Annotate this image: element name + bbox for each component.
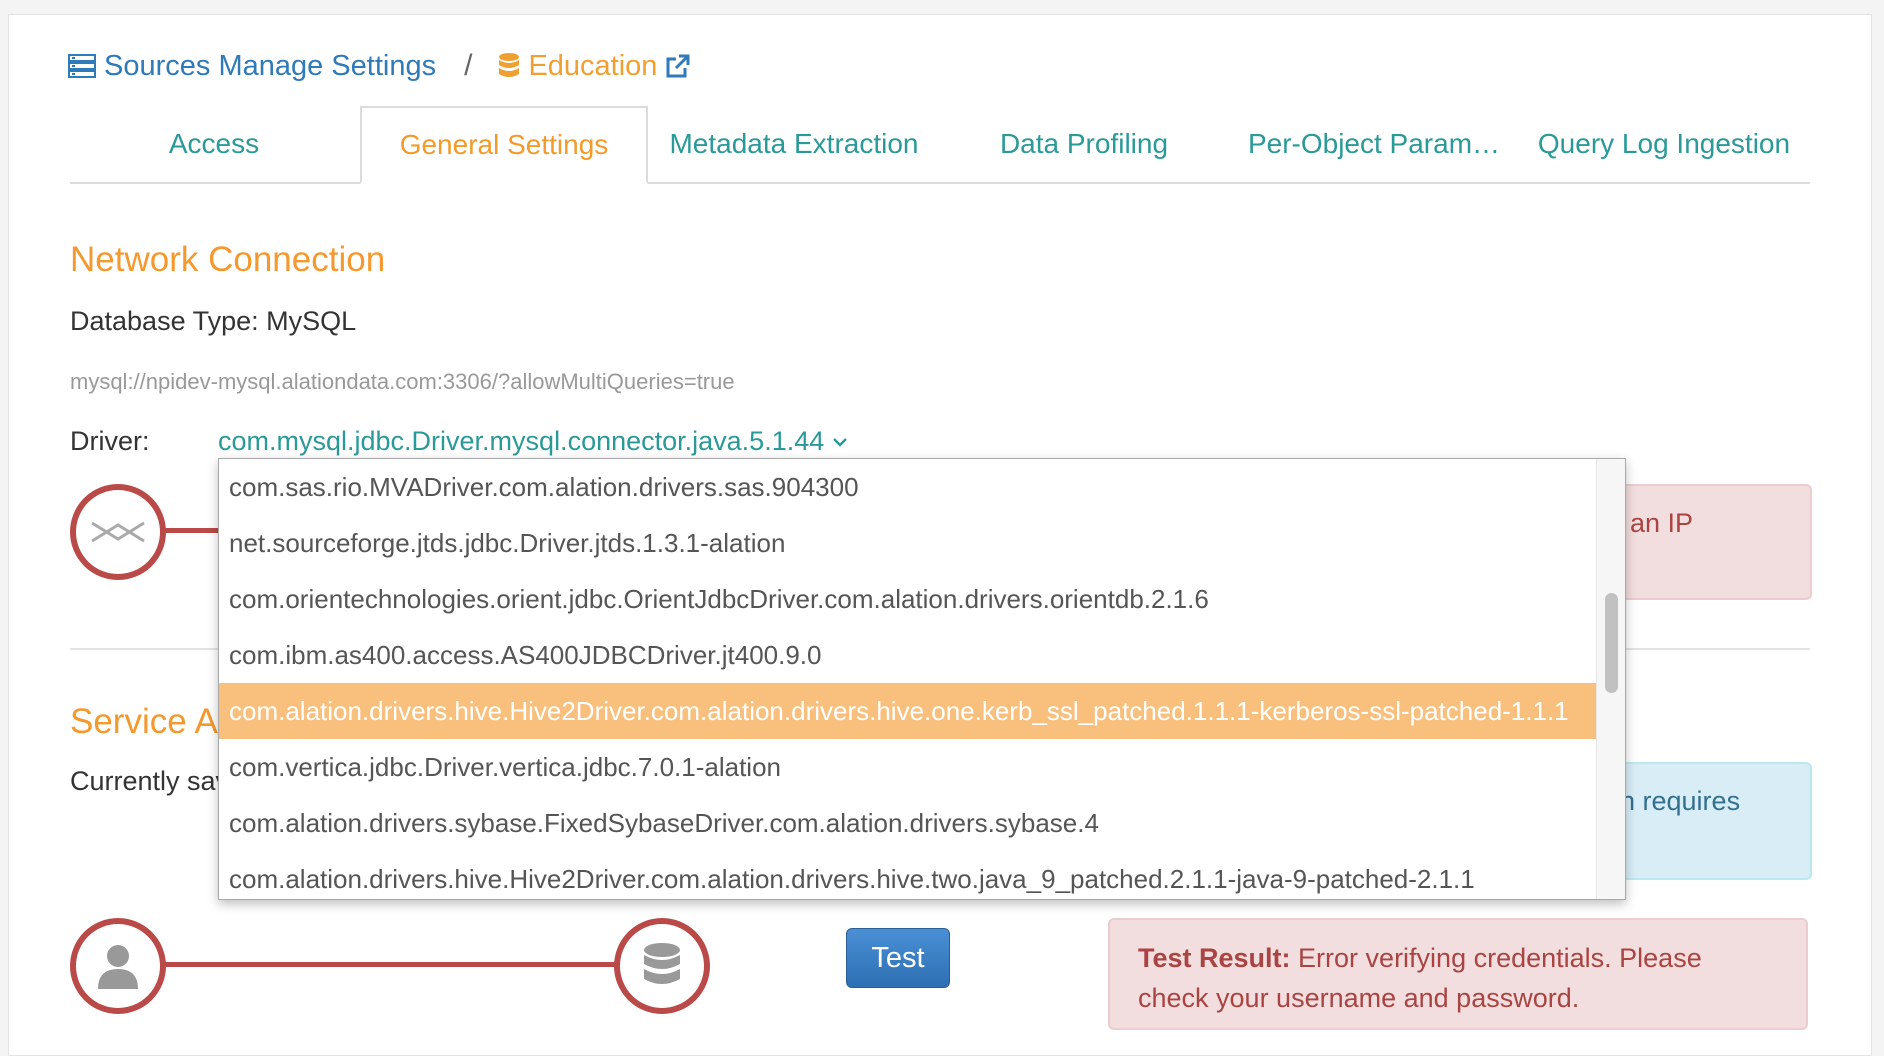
currently-saved-text: Currently sav	[70, 766, 230, 796]
scrollbar-thumb[interactable]	[1605, 593, 1618, 693]
chevron-down-icon[interactable]	[832, 436, 848, 448]
driver-dropdown-list[interactable]: com.sas.rio.MVADriver.com.alation.driver…	[218, 458, 1626, 900]
connection-url: mysql://npidev-mysql.alationdata.com:330…	[70, 369, 735, 394]
network-connector-line	[162, 528, 222, 533]
tab-data-profiling[interactable]: Data Profiling	[940, 106, 1228, 182]
test-button[interactable]: Test	[846, 928, 950, 988]
tab-metadata-extraction[interactable]: Metadata Extraction	[650, 106, 938, 182]
network-status-circle	[70, 484, 166, 580]
external-link-icon[interactable]	[665, 53, 691, 79]
driver-option[interactable]: com.sas.rio.MVADriver.com.alation.driver…	[219, 459, 1597, 515]
database-icon	[499, 53, 520, 77]
network-connection-heading: Network Connection	[70, 240, 386, 279]
test-connector-line	[162, 962, 616, 967]
server-list-icon	[68, 54, 96, 78]
service-account-heading: Service Ac	[70, 702, 236, 741]
driver-option[interactable]: net.sourceforge.jtds.jdbc.Driver.jtds.1.…	[219, 515, 1597, 571]
service-info-text: n requires	[1620, 786, 1741, 816]
settings-tabs: Access General Settings Metadata Extract…	[70, 106, 1810, 184]
test-result-label: Test Result:	[1138, 943, 1291, 973]
test-result-alert: Test Result: Error verifying credentials…	[1108, 918, 1808, 1030]
database-type: Database Type: MySQL	[70, 306, 357, 336]
driver-select[interactable]: com.mysql.jdbc.Driver.mysql.connector.ja…	[218, 426, 848, 457]
breadcrumb-education-label[interactable]: Education	[528, 50, 657, 83]
driver-label: Driver:	[70, 426, 150, 456]
database-circle	[614, 918, 710, 1014]
breadcrumb-education-link[interactable]: Education	[498, 50, 699, 83]
tab-general-settings[interactable]: General Settings	[360, 106, 648, 184]
tab-access[interactable]: Access	[70, 106, 358, 182]
user-icon	[98, 945, 138, 989]
driver-option[interactable]: com.vertica.jdbc.Driver.vertica.jdbc.7.0…	[219, 739, 1597, 795]
tab-per-object-parameters[interactable]: Per-Object Param…	[1230, 106, 1518, 182]
database-icon	[644, 943, 680, 984]
breadcrumb: Sources Manage Settings / Education	[68, 46, 699, 86]
network-alert-text: an IP	[1630, 508, 1694, 538]
disconnected-icon	[91, 521, 145, 543]
driver-option-highlighted[interactable]: com.alation.drivers.hive.Hive2Driver.com…	[219, 683, 1597, 739]
tab-query-log-ingestion[interactable]: Query Log Ingestion	[1520, 106, 1808, 182]
user-circle	[70, 918, 166, 1014]
driver-option[interactable]: com.alation.drivers.sybase.FixedSybaseDr…	[219, 795, 1597, 851]
breadcrumb-sources-label[interactable]: Sources Manage Settings	[104, 50, 436, 83]
driver-option[interactable]: com.ibm.as400.access.AS400JDBCDriver.jt4…	[219, 627, 1597, 683]
driver-selected-value[interactable]: com.mysql.jdbc.Driver.mysql.connector.ja…	[218, 426, 824, 457]
breadcrumb-sources-link[interactable]: Sources Manage Settings	[68, 50, 436, 83]
driver-option[interactable]: com.orientechnologies.orient.jdbc.Orient…	[219, 571, 1597, 627]
breadcrumb-separator: /	[464, 49, 473, 82]
dropdown-scrollbar[interactable]	[1596, 459, 1625, 899]
driver-option[interactable]: com.alation.drivers.hive.Hive2Driver.com…	[219, 851, 1597, 899]
